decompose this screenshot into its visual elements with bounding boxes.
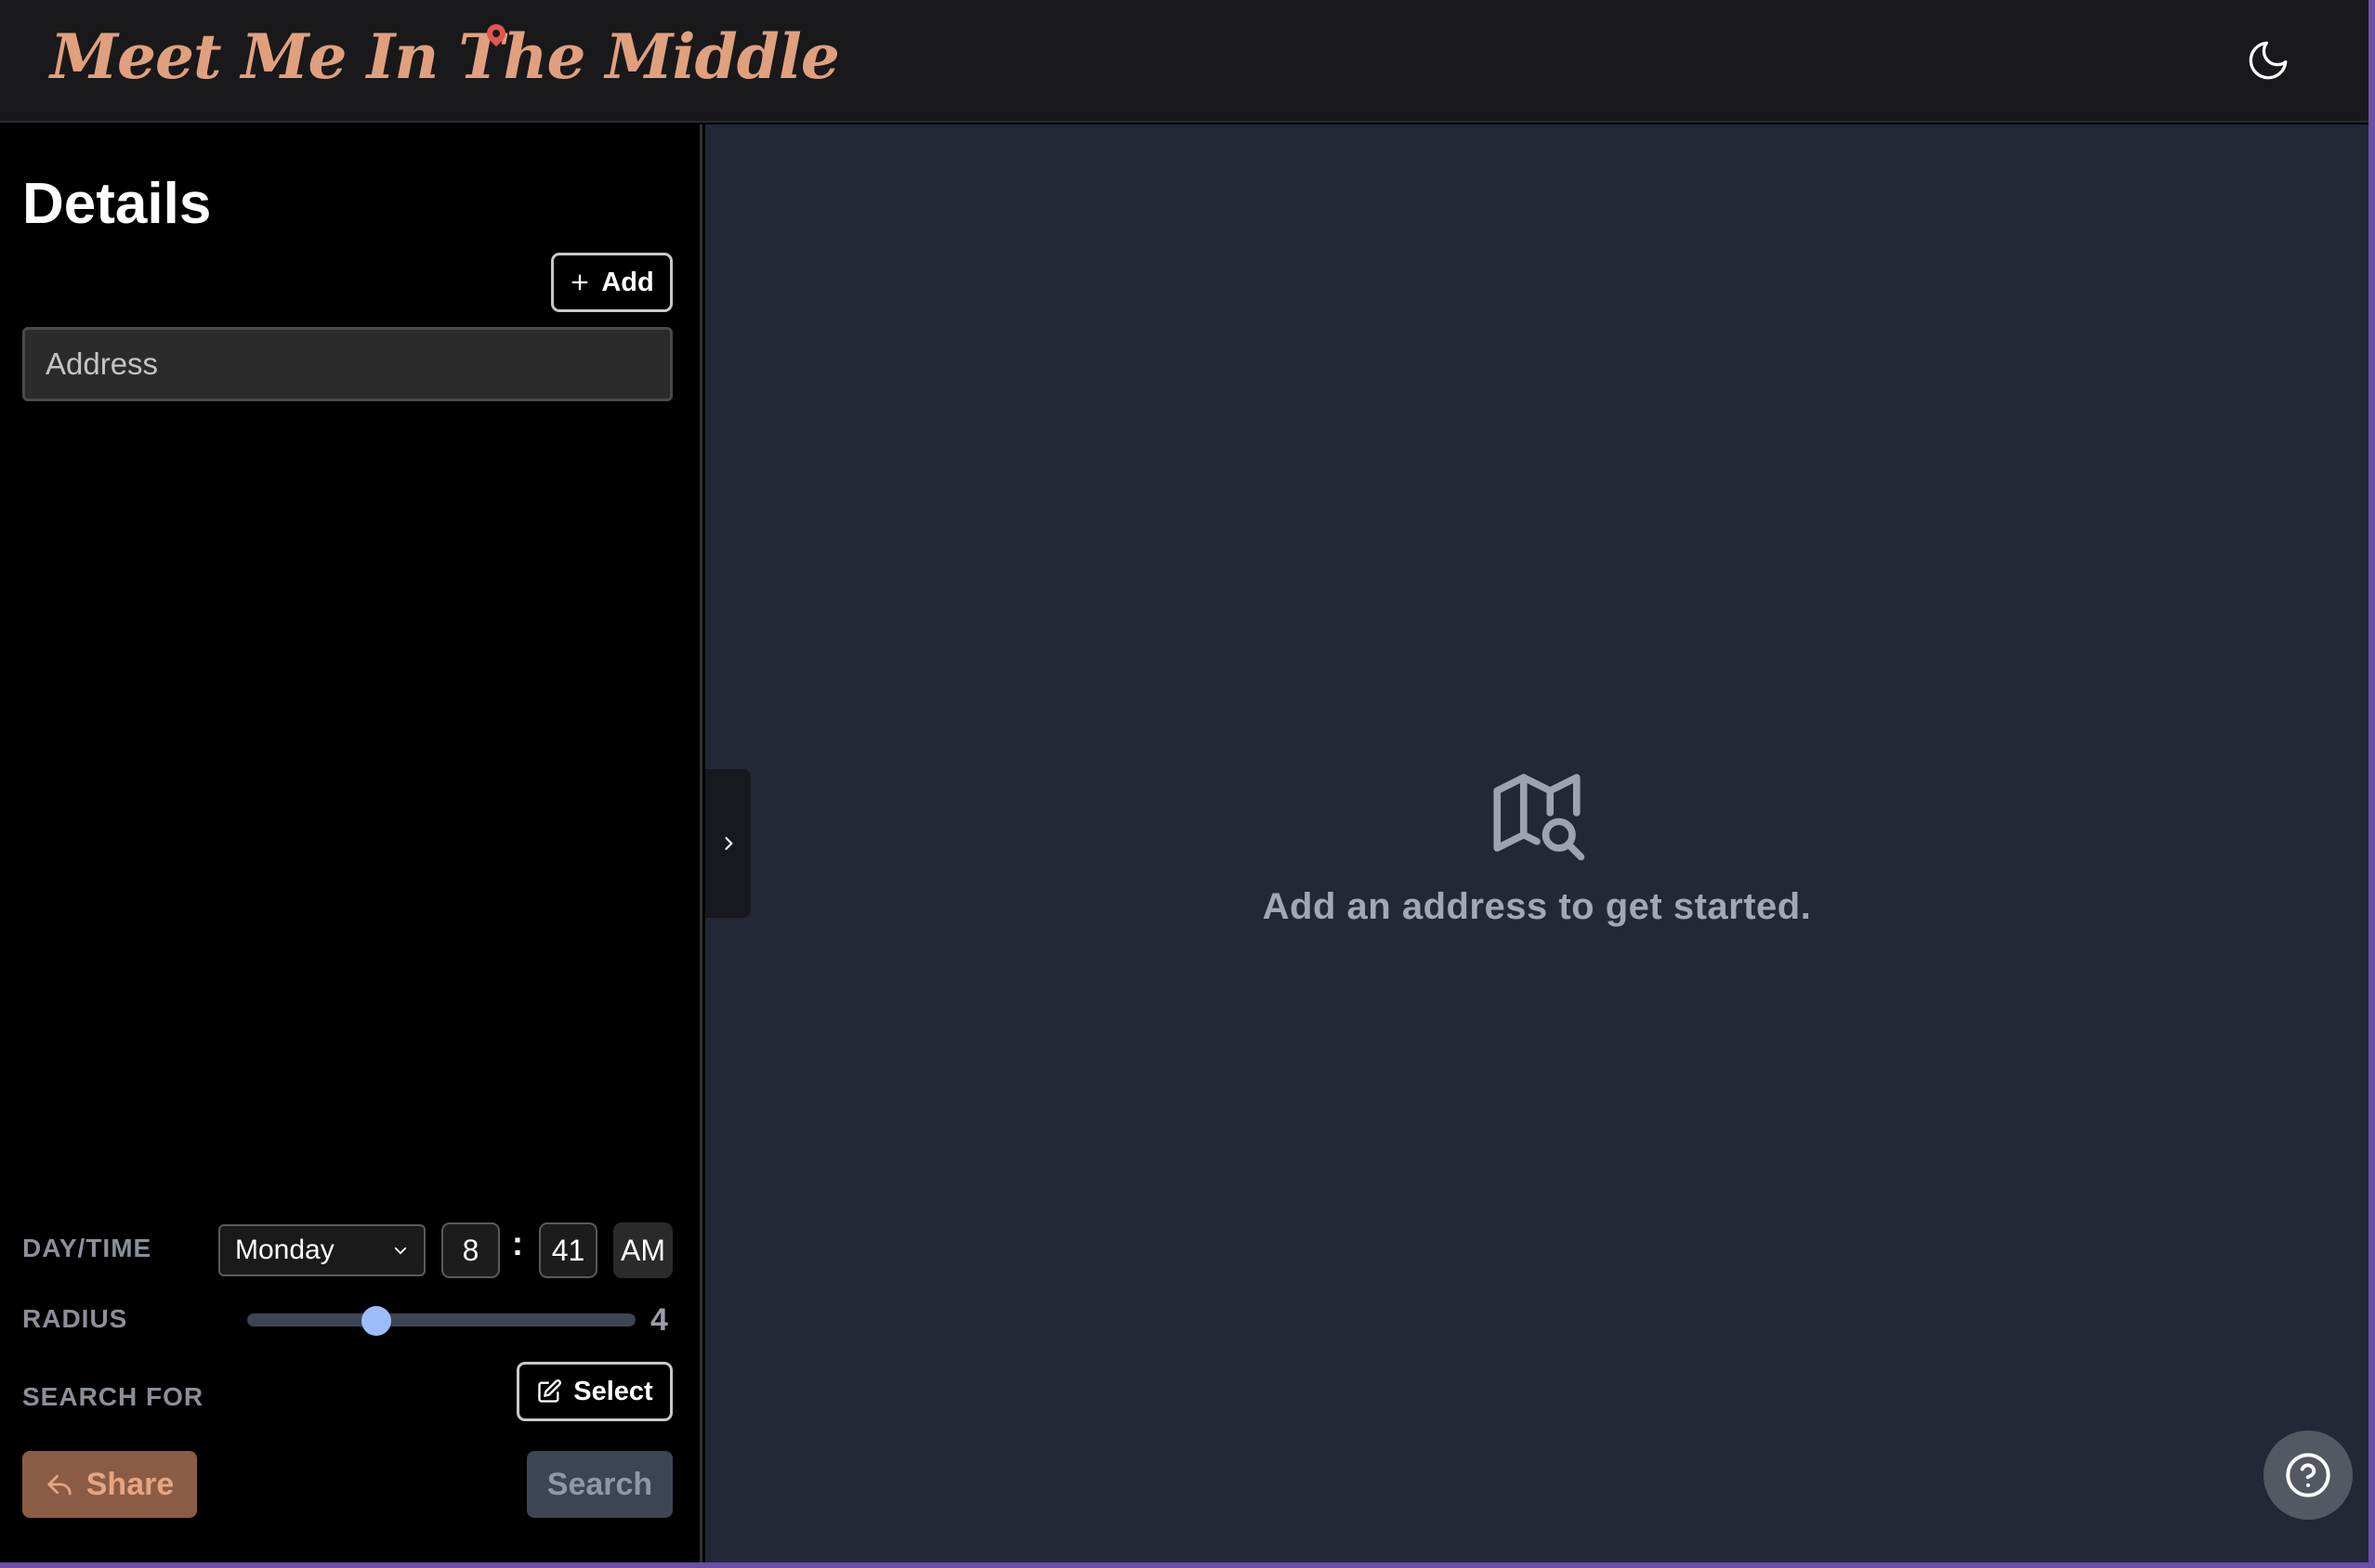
map-panel: Add an address to get started. [705,124,2368,1562]
share-button-label: Share [85,1466,175,1502]
radius-value: 4 [650,1302,668,1338]
map-search-icon [1493,774,1585,861]
search-button[interactable]: Search [527,1451,673,1518]
chevron-right-icon [724,837,733,850]
moon-icon [2249,41,2288,80]
plus-icon [571,274,588,291]
address-input[interactable] [22,327,673,401]
radius-slider[interactable] [247,1313,636,1326]
day-select-value: Monday [235,1235,335,1265]
time-separator: : [512,1224,523,1262]
select-button-label: Select [573,1376,653,1406]
daytime-label: DAY/TIME [22,1234,152,1262]
minute-input[interactable]: 41 [539,1222,597,1278]
edit-icon [538,1379,562,1403]
chevron-down-icon [394,1247,407,1255]
radius-slider-thumb[interactable] [361,1306,392,1336]
radius-label: RADIUS [22,1304,128,1333]
page-title: Details [22,172,212,236]
empty-state-message: Add an address to get started. [1262,886,1812,927]
help-button[interactable] [2263,1431,2353,1520]
day-select[interactable]: Monday [218,1224,426,1276]
app-frame: Meet Me In The Middle Details Add DAY/TI… [0,0,2368,1562]
share-icon [47,1474,72,1496]
details-sidebar: Details Add DAY/TIME Monday 8 : 41 AM RA… [0,124,702,1562]
help-circle-icon [2286,1453,2330,1497]
ampm-toggle[interactable]: AM [613,1222,673,1278]
select-categories-button[interactable]: Select [517,1362,673,1421]
search-for-label: SEARCH FOR [22,1382,204,1411]
add-button-label: Add [601,267,654,297]
search-button-label: Search [546,1466,653,1502]
theme-toggle-button[interactable] [2245,37,2291,84]
app-logo[interactable]: Meet Me In The Middle [50,20,840,93]
share-button[interactable]: Share [22,1451,197,1518]
add-address-button[interactable]: Add [551,253,673,312]
hour-input[interactable]: 8 [441,1222,500,1278]
header: Meet Me In The Middle [0,0,2368,123]
